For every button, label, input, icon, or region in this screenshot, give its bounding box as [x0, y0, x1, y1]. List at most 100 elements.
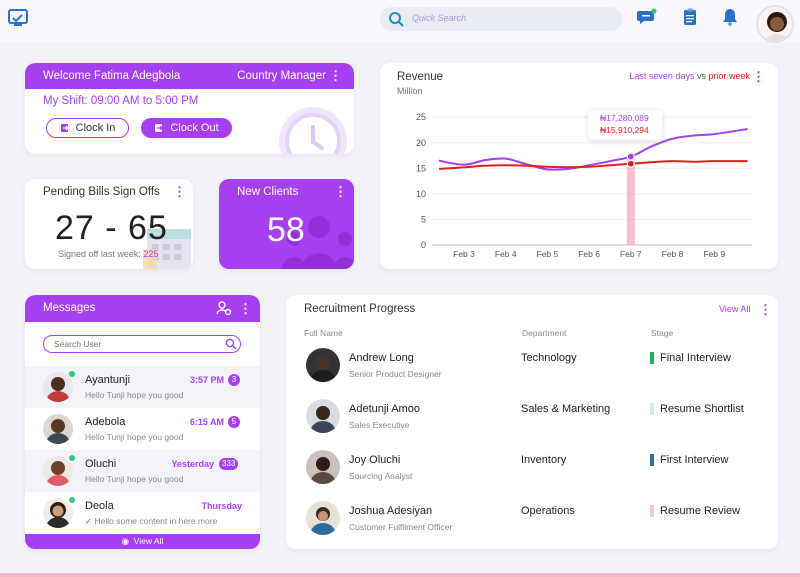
clock-in-label: Clock In: [75, 122, 116, 134]
x-tick-label: Feb 9: [703, 249, 725, 259]
candidate-role: Senior Product Designer: [349, 369, 442, 379]
recruitment-title: Recruitment Progress: [304, 303, 416, 315]
more-options-icon[interactable]: ⋮: [239, 302, 252, 315]
x-tick-label: Feb 5: [537, 249, 559, 259]
view-all-link[interactable]: View All: [719, 304, 750, 314]
highlight-column: [626, 156, 635, 245]
message-preview-text: Hello some content in here more: [94, 516, 218, 526]
welcome-card-header: Welcome Fatima Adegbola Country Manager …: [25, 63, 354, 89]
signed-off-count: 225: [143, 249, 159, 259]
message-preview: Hello Tunji hope you good: [85, 432, 184, 442]
signed-off-note: Signed off last week: 225: [58, 249, 158, 259]
message-time: 6:15 AM: [189, 417, 224, 427]
table-row[interactable]: Joshua Adesiyan Customer Fulfilment Offi…: [286, 501, 778, 551]
x-tick-label: Feb 6: [578, 249, 600, 259]
candidate-name: Andrew Long: [349, 352, 414, 364]
avatar: [306, 501, 340, 535]
data-point: [626, 159, 635, 168]
user-avatar[interactable]: [756, 5, 794, 43]
user-settings-icon[interactable]: [216, 300, 232, 316]
column-header-name: Full Name: [304, 328, 343, 338]
online-indicator: [69, 371, 75, 377]
view-all-label: View All: [133, 536, 164, 546]
quick-search-bar[interactable]: Quick Search: [380, 7, 622, 31]
new-clients-title: New Clients: [237, 186, 299, 198]
search-icon[interactable]: [388, 11, 404, 27]
online-indicator: [69, 497, 75, 503]
candidate-stage: First Interview: [660, 454, 729, 466]
user-search-input[interactable]: [54, 338, 214, 350]
online-indicator: [69, 455, 75, 461]
clock-out-button[interactable]: Clock Out: [141, 118, 232, 138]
revenue-card: Revenue Million Last seven days vs prior…: [380, 63, 778, 269]
y-tick-label: 10: [416, 189, 426, 199]
messages-card: Messages ⋮ Ayantunji Hello Tunji hope yo…: [25, 295, 260, 549]
table-row[interactable]: Andrew Long Senior Product Designer Tech…: [286, 348, 778, 398]
unread-badge: 5: [228, 416, 240, 428]
message-time: 3:57 PM: [189, 375, 224, 385]
new-clients-value: 58: [267, 211, 305, 249]
x-tick-label: Feb 7: [620, 249, 642, 259]
clock-illustration-icon: [279, 107, 347, 154]
x-tick-label: Feb 4: [495, 249, 517, 259]
bottom-border: [0, 573, 800, 577]
view-all-messages-button[interactable]: ◉ View All: [25, 534, 260, 549]
candidate-department: Inventory: [521, 454, 567, 466]
avatar: [306, 399, 340, 433]
message-item[interactable]: Adebola Hello Tunji hope you good 6:15 A…: [25, 408, 260, 450]
message-preview: Hello Tunji hope you good: [85, 390, 184, 400]
candidate-department: Sales & Marketing: [521, 403, 611, 415]
search-placeholder[interactable]: Quick Search: [412, 13, 466, 23]
pending-bills-card: Pending Bills Sign Offs ⋮ 27 - 65 Signed…: [25, 179, 193, 269]
column-header-department: Department: [522, 328, 567, 338]
sent-check-icon: ✓: [85, 516, 93, 526]
signed-off-label: Signed off last week:: [58, 249, 141, 259]
chat-icon[interactable]: [637, 8, 657, 26]
stage-indicator: [650, 505, 654, 517]
y-tick-label: 5: [421, 214, 426, 224]
column-header-stage: Stage: [651, 328, 674, 338]
table-row[interactable]: Adetunji Amoo Sales Executive Sales & Ma…: [286, 399, 778, 449]
pending-bills-value: 27 - 65: [55, 209, 168, 247]
user-role: Country Manager: [237, 70, 326, 82]
dashboard-logo-icon[interactable]: [8, 9, 28, 27]
message-item[interactable]: Ayantunji Hello Tunji hope you good 3:57…: [25, 366, 260, 408]
candidate-department: Operations: [521, 505, 575, 517]
message-preview: ✓ Hello some content in here more: [85, 516, 217, 527]
clipboard-icon[interactable]: [683, 8, 697, 26]
top-bar: Quick Search: [0, 0, 800, 43]
more-options-icon[interactable]: ⋮: [759, 303, 772, 316]
candidate-stage: Resume Shortlist: [660, 403, 744, 415]
tooltip-current-value: ₦17,280,089: [600, 113, 649, 123]
bell-icon[interactable]: [723, 8, 737, 26]
message-sender: Adebola: [85, 416, 126, 428]
table-row[interactable]: Joy Oluchi Sourcing Analyst Inventory Fi…: [286, 450, 778, 500]
more-options-icon[interactable]: ⋮: [329, 69, 342, 82]
candidate-role: Sourcing Analyst: [349, 471, 413, 481]
avatar: [43, 498, 73, 528]
candidate-department: Technology: [521, 352, 577, 364]
message-sender: Ayantunji: [85, 374, 131, 386]
logout-icon: [155, 124, 164, 132]
more-options-icon[interactable]: ⋮: [334, 185, 347, 198]
stage-indicator: [650, 403, 654, 415]
welcome-title: Welcome Fatima Adegbola: [43, 70, 181, 82]
candidate-role: Customer Fulfilment Officer: [349, 522, 453, 532]
message-item[interactable]: Oluchi Hello Tunji hope you good Yesterd…: [25, 450, 260, 492]
clock-in-button[interactable]: Clock In: [46, 118, 129, 138]
tooltip-prior-value: ₦15,910,294: [600, 125, 649, 135]
more-options-icon[interactable]: ⋮: [173, 185, 186, 198]
y-tick-label: 15: [416, 163, 426, 173]
avatar: [43, 456, 73, 486]
search-icon[interactable]: [225, 338, 237, 350]
message-sender: Deola: [85, 500, 114, 512]
avatar: [306, 348, 340, 382]
user-search-field[interactable]: [43, 335, 241, 353]
unread-badge: 3: [228, 374, 240, 386]
stage-indicator: [650, 454, 654, 466]
y-tick-label: 0: [421, 240, 426, 250]
clock-out-label: Clock Out: [170, 122, 219, 134]
stage-indicator: [650, 352, 654, 364]
chart-tooltip: ₦17,280,089 ₦15,910,294: [588, 110, 662, 140]
message-item[interactable]: Deola ✓ Hello some content in here more …: [25, 492, 260, 534]
